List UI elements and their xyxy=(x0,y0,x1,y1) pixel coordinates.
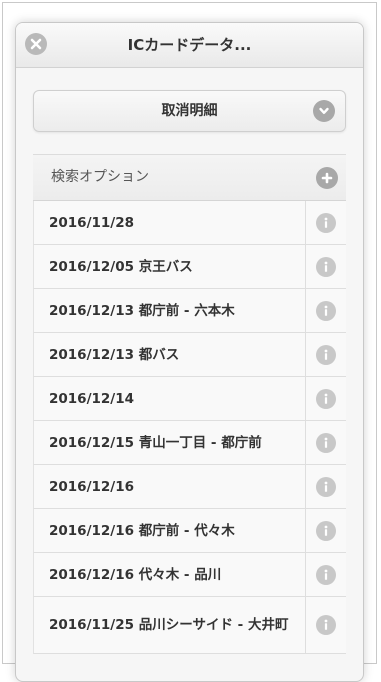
history-type-label: 取消明細 xyxy=(161,103,218,119)
list-item[interactable]: 2016/12/16 都庁前 - 代々木 xyxy=(33,509,346,553)
info-button[interactable] xyxy=(305,377,346,420)
info-icon xyxy=(316,432,336,453)
list-item[interactable]: 2016/12/05 京王バス xyxy=(33,245,346,289)
list-item-label: 2016/11/25 品川シーサイド - 大井町 xyxy=(49,617,289,633)
info-button[interactable] xyxy=(305,421,346,464)
info-button[interactable] xyxy=(305,201,346,244)
info-button[interactable] xyxy=(305,333,346,376)
list-item[interactable]: 2016/12/16 代々木 - 品川 xyxy=(33,553,346,597)
list-item[interactable]: 2016/12/13 都庁前 - 六本木 xyxy=(33,289,346,333)
list-item-label: 2016/11/28 xyxy=(49,214,135,231)
dialog-header: ICカードデータ... xyxy=(16,23,363,68)
plus-icon xyxy=(316,167,338,189)
list-item-label: 2016/12/13 都バス xyxy=(49,346,180,363)
list-item[interactable]: 2016/12/13 都バス xyxy=(33,333,346,377)
list-item-label: 2016/12/13 都庁前 - 六本木 xyxy=(49,302,235,319)
search-options-label: 検索オプション xyxy=(51,169,149,185)
info-button[interactable] xyxy=(305,509,346,552)
info-icon xyxy=(316,256,336,277)
dialog: ICカードデータ... 取消明細 検索オプション 2016/11/28 2016/… xyxy=(15,22,364,682)
info-icon xyxy=(316,388,336,409)
list-item[interactable]: 2016/12/14 xyxy=(33,377,346,421)
list-item-label: 2016/12/16 xyxy=(49,478,135,495)
list-item-label: 2016/12/15 青山一丁目 - 都庁前 xyxy=(49,434,262,451)
list-item-label: 2016/12/16 都庁前 - 代々木 xyxy=(49,522,235,539)
list-item-label: 2016/12/16 代々木 - 品川 xyxy=(49,566,222,583)
chevron-down-icon xyxy=(313,100,335,122)
info-button[interactable] xyxy=(305,553,346,596)
info-icon xyxy=(316,300,336,321)
history-type-select[interactable]: 取消明細 xyxy=(33,90,346,132)
dialog-content: 取消明細 検索オプション 2016/11/28 2016/12/05 京王バス 20… xyxy=(16,68,363,654)
info-icon xyxy=(316,615,336,635)
dialog-title: ICカードデータ... xyxy=(127,36,252,54)
search-options-toggle[interactable]: 検索オプション xyxy=(33,154,346,200)
info-icon xyxy=(316,476,336,497)
info-icon xyxy=(316,520,336,541)
info-button[interactable] xyxy=(305,465,346,508)
info-icon xyxy=(316,344,336,365)
list-item-label: 2016/12/05 京王バス xyxy=(49,258,193,275)
list-item[interactable]: 2016/11/25 品川シーサイド - 大井町 xyxy=(33,597,346,654)
history-list: 2016/11/28 2016/12/05 京王バス 2016/12/13 都庁前 … xyxy=(33,200,346,654)
list-item-label: 2016/12/14 xyxy=(49,390,135,407)
list-item[interactable]: 2016/12/16 xyxy=(33,465,346,509)
info-button[interactable] xyxy=(305,245,346,288)
info-button[interactable] xyxy=(305,289,346,332)
info-icon xyxy=(316,564,336,585)
info-icon xyxy=(316,212,336,233)
list-item[interactable]: 2016/11/28 xyxy=(33,201,346,245)
info-button[interactable] xyxy=(305,597,346,653)
list-item[interactable]: 2016/12/15 青山一丁目 - 都庁前 xyxy=(33,421,346,465)
